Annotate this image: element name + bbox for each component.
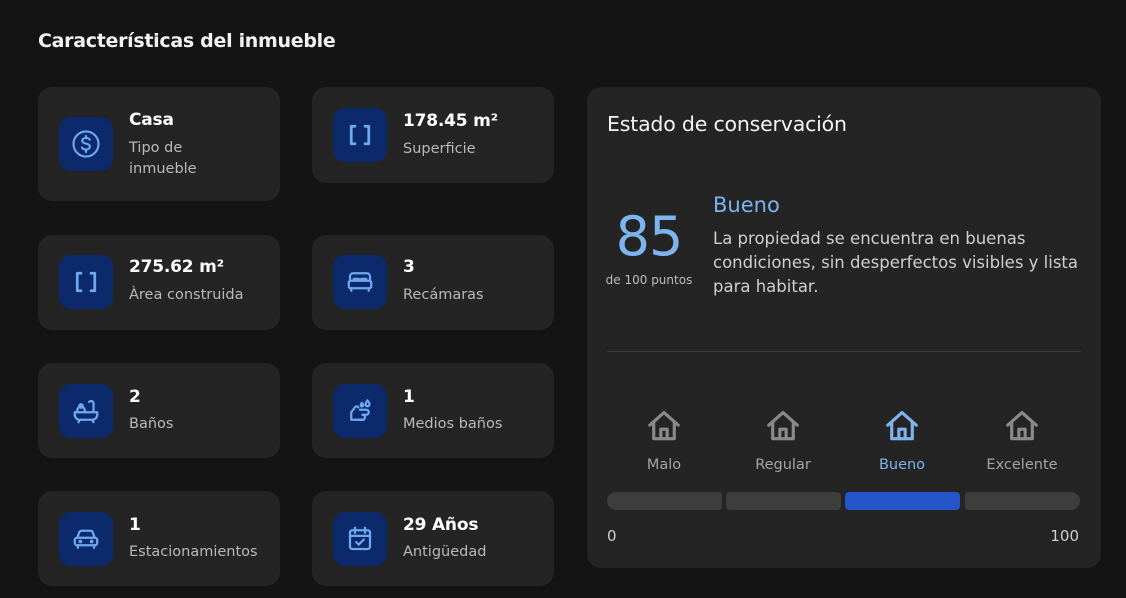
feature-label: Medios baños bbox=[403, 416, 503, 432]
bathtub-icon bbox=[59, 384, 113, 438]
feature-label: Antigüedad bbox=[403, 544, 487, 560]
feature-value: 2 bbox=[129, 387, 141, 407]
feature-card-age: 29 Años Antigüedad bbox=[312, 491, 554, 586]
conservation-score: 85 bbox=[615, 205, 684, 268]
car-icon bbox=[59, 512, 113, 566]
feature-value: 29 Años bbox=[403, 515, 479, 535]
progress-segment-regular bbox=[726, 492, 841, 510]
feature-value: 275.62 m² bbox=[129, 257, 224, 277]
conservation-title: Estado de conservación bbox=[607, 112, 847, 136]
feature-label: Baños bbox=[129, 416, 174, 432]
level-malo: Malo bbox=[604, 407, 724, 473]
feature-card-property-type: Casa Tipo de inmueble bbox=[38, 87, 280, 201]
level-regular: Regular bbox=[723, 407, 843, 473]
brackets-icon bbox=[333, 108, 387, 162]
level-label: Regular bbox=[755, 457, 811, 473]
bed-icon bbox=[333, 255, 387, 309]
dollar-circle-icon bbox=[59, 117, 113, 171]
divider bbox=[607, 351, 1081, 352]
scale-max: 100 bbox=[1050, 527, 1079, 545]
feature-label: Estacionamientos bbox=[129, 544, 258, 560]
hand-wash-icon bbox=[333, 384, 387, 438]
house-icon bbox=[886, 410, 918, 441]
feature-label: Superficie bbox=[403, 141, 476, 157]
progress-segment-bueno bbox=[845, 492, 960, 510]
feature-value: 1 bbox=[129, 515, 141, 535]
feature-card-half-bathrooms: 1 Medios baños bbox=[312, 363, 554, 458]
house-icon bbox=[767, 410, 799, 441]
progress-segment-malo bbox=[607, 492, 722, 510]
feature-card-bathrooms: 2 Baños bbox=[38, 363, 280, 458]
brackets-icon bbox=[59, 255, 113, 309]
conservation-panel: Estado de conservación 85 de 100 puntos … bbox=[587, 87, 1101, 568]
feature-card-parking: 1 Estacionamientos bbox=[38, 491, 280, 586]
level-excelente: Excelente bbox=[962, 407, 1082, 473]
feature-value: Casa bbox=[129, 110, 174, 130]
scale-min: 0 bbox=[607, 527, 617, 545]
conservation-description: La propiedad se encuentra en buenas cond… bbox=[713, 229, 1079, 296]
house-icon bbox=[1006, 410, 1038, 441]
house-icon bbox=[648, 410, 680, 441]
feature-value: 1 bbox=[403, 387, 415, 407]
feature-label: Àrea construida bbox=[129, 287, 244, 303]
feature-label: Recámaras bbox=[403, 287, 484, 303]
section-title: Características del inmueble bbox=[38, 30, 336, 52]
feature-value: 3 bbox=[403, 257, 415, 277]
feature-label: Tipo de inmueble bbox=[129, 140, 197, 177]
feature-card-built-area: 275.62 m² Àrea construida bbox=[38, 235, 280, 330]
level-label: Malo bbox=[646, 457, 682, 473]
progress-segment-excelente bbox=[965, 492, 1080, 510]
calendar-check-icon bbox=[333, 512, 387, 566]
level-bueno: Bueno bbox=[842, 407, 962, 473]
feature-card-bedrooms: 3 Recámaras bbox=[312, 235, 554, 330]
feature-card-surface: 178.45 m² Superficie bbox=[312, 87, 554, 183]
conservation-grade: Bueno bbox=[713, 193, 780, 217]
feature-value: 178.45 m² bbox=[403, 111, 498, 131]
level-label: Excelente bbox=[986, 457, 1058, 473]
conservation-score-caption: de 100 puntos bbox=[605, 273, 693, 287]
level-label: Bueno bbox=[878, 457, 926, 473]
